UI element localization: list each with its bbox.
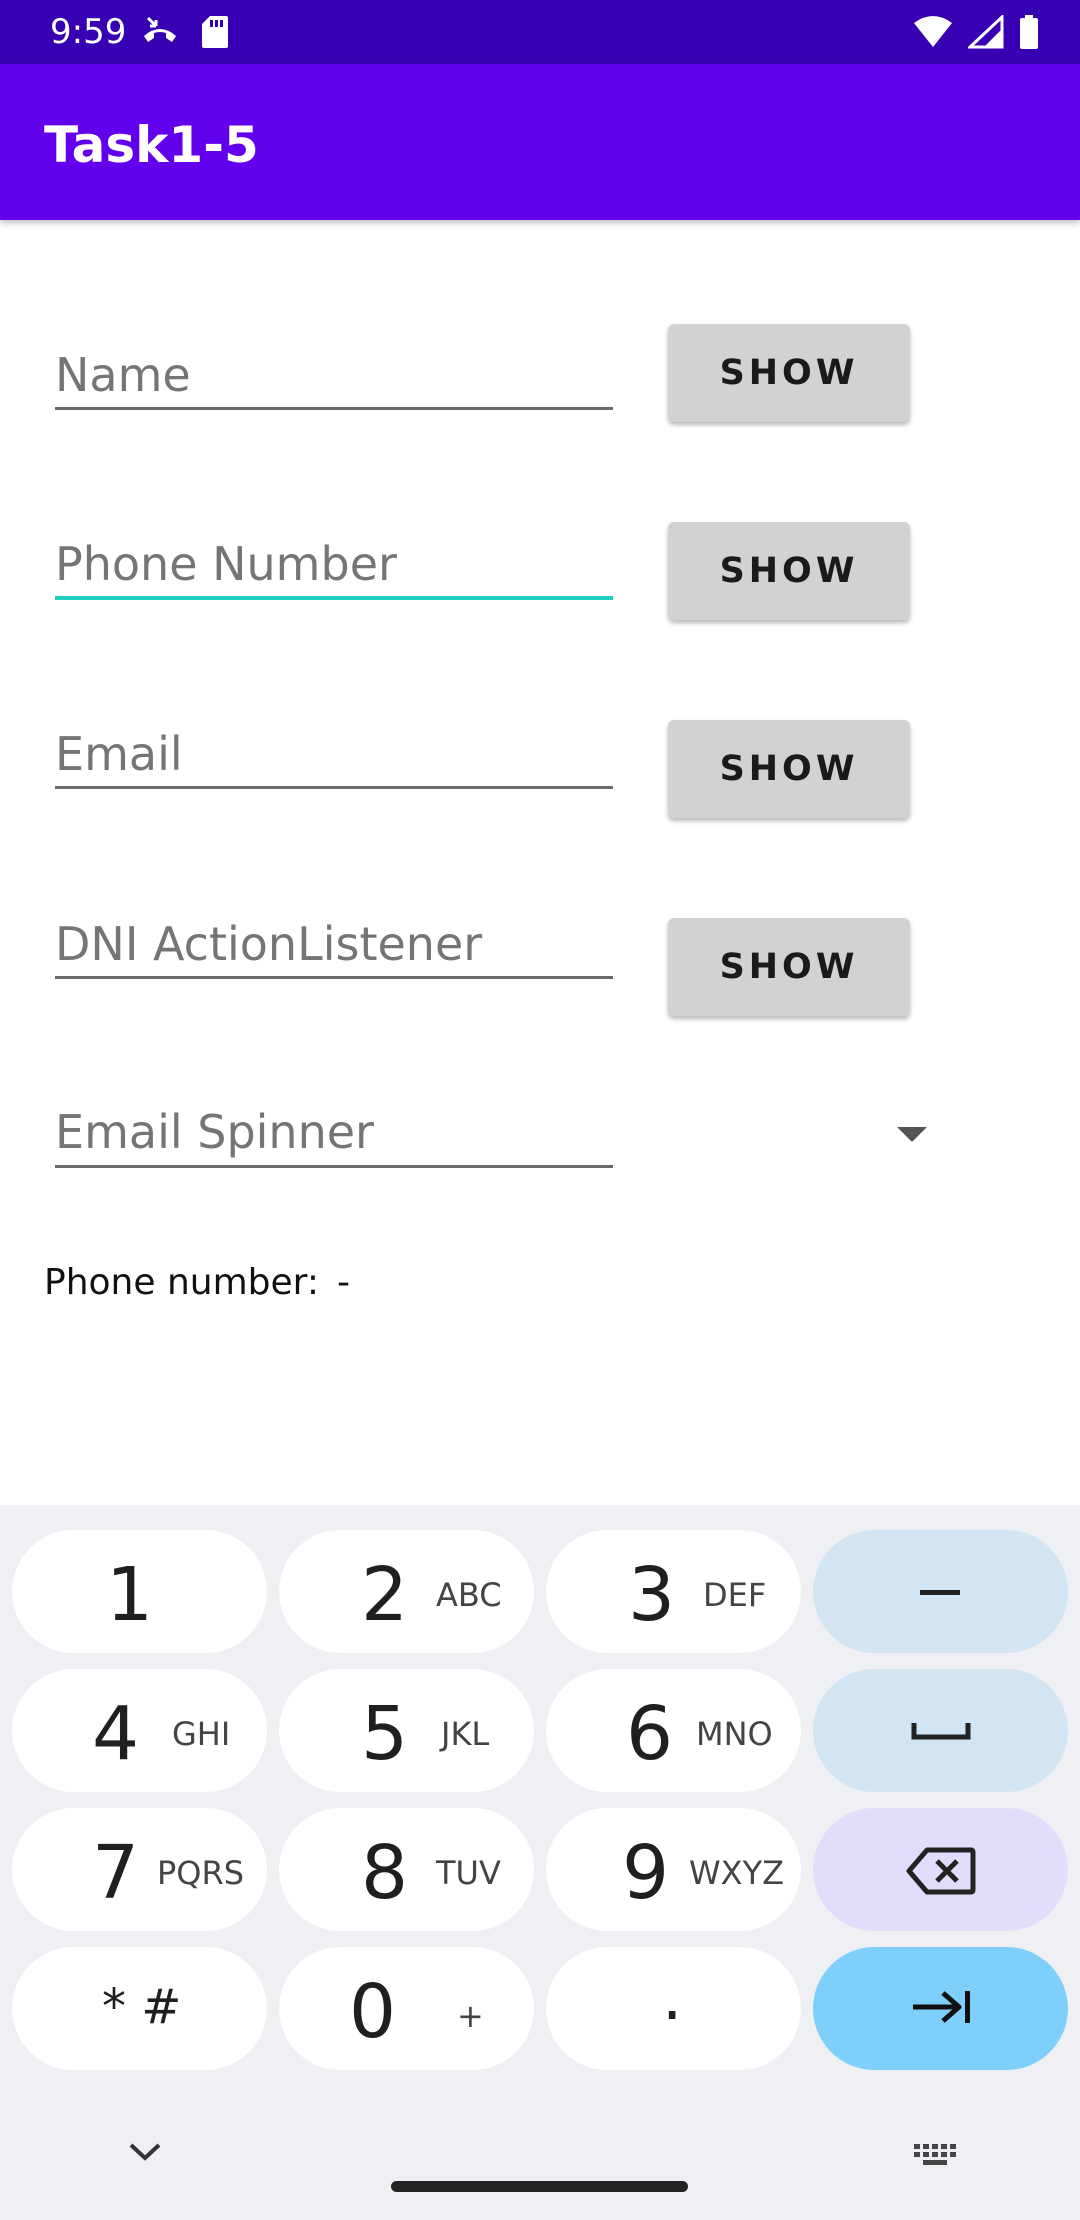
name-input[interactable] [55, 347, 613, 403]
key-5[interactable]: 5 JKL [279, 1669, 534, 1792]
phone-number-label: Phone number: [44, 1262, 319, 1303]
dropdown-arrow-icon[interactable] [897, 1127, 927, 1142]
sd-card-icon [200, 14, 230, 54]
email-input[interactable] [55, 726, 613, 782]
email-spinner[interactable]: Email Spinner [55, 1105, 613, 1168]
app-title: Task1-5 [44, 116, 259, 174]
email-spinner-label: Email Spinner [55, 1105, 374, 1159]
show-phone-button[interactable]: SHOW [668, 522, 910, 620]
wifi-icon [912, 15, 954, 53]
next-field-key[interactable] [813, 1947, 1068, 2070]
phone-number-display: Phone number: - [44, 1262, 350, 1303]
key-9[interactable]: 9 WXYZ [546, 1808, 801, 1931]
app-bar: Task1-5 [0, 64, 1080, 220]
dni-field[interactable] [55, 916, 613, 979]
show-email-button[interactable]: SHOW [668, 720, 910, 818]
key-1[interactable]: 1 [12, 1530, 267, 1653]
key-0[interactable]: 0 + [279, 1947, 534, 2070]
show-name-button[interactable]: SHOW [668, 324, 910, 422]
status-time: 9:59 [50, 12, 127, 52]
phone-number-input[interactable] [55, 536, 613, 592]
phone-number-value: - [336, 1262, 350, 1303]
chevron-down-icon[interactable] [128, 2142, 162, 2166]
email-field[interactable] [55, 726, 613, 789]
phone-number-field[interactable] [55, 536, 613, 600]
status-bar: 9:59 [0, 0, 1080, 64]
space-icon [911, 1723, 971, 1740]
battery-icon [1018, 14, 1040, 54]
show-dni-button[interactable]: SHOW [668, 918, 910, 1016]
backspace-icon [906, 1847, 976, 1895]
name-field[interactable] [55, 347, 613, 410]
numeric-keyboard: 1 2 ABC 3 DEF 4 GHI 5 JKL 6 MNO 7 PQRS 8… [0, 1505, 1080, 2220]
keyboard-icon[interactable] [912, 2142, 958, 2172]
space-key[interactable] [813, 1669, 1068, 1792]
dni-input[interactable] [55, 916, 613, 972]
key-4[interactable]: 4 GHI [12, 1669, 267, 1792]
backspace-key[interactable] [813, 1808, 1068, 1931]
home-gesture-bar[interactable] [391, 2181, 688, 2192]
signal-icon [966, 13, 1004, 53]
minus-icon [920, 1590, 960, 1595]
key-8[interactable]: 8 TUV [279, 1808, 534, 1931]
key-2[interactable]: 2 ABC [279, 1530, 534, 1653]
next-field-icon [913, 1991, 970, 2023]
key-3[interactable]: 3 DEF [546, 1530, 801, 1653]
missed-call-icon [140, 14, 180, 54]
key-star-hash[interactable]: * # [12, 1947, 267, 2070]
key-dot[interactable]: . [546, 1947, 801, 2070]
minus-key[interactable] [813, 1530, 1068, 1653]
key-6[interactable]: 6 MNO [546, 1669, 801, 1792]
key-7[interactable]: 7 PQRS [12, 1808, 267, 1931]
